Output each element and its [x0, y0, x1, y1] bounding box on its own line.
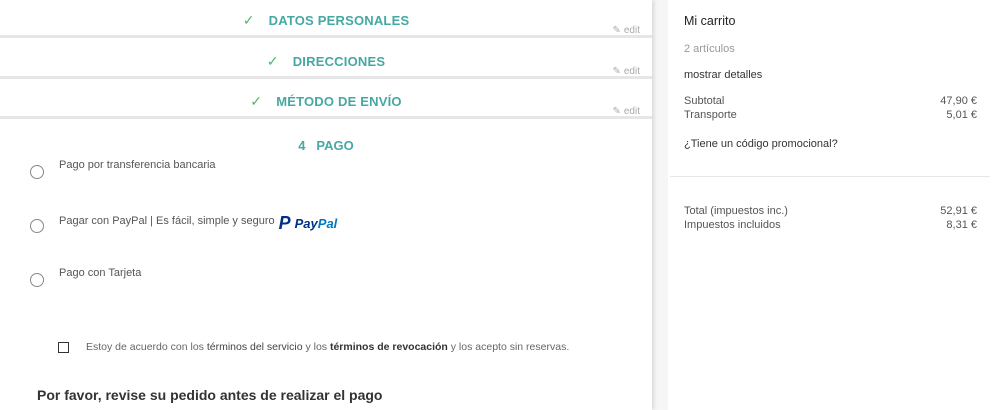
terms-text: Estoy de acuerdo con los — [86, 341, 204, 353]
subtotal-row: Subtotal 47,90 € — [684, 94, 977, 108]
option-label: Pago con Tarjeta — [59, 267, 142, 279]
checkout-steps: ✓ DATOS PERSONALES ✎ edit ✓ DIRECCIONES ✎ ed… — [0, 0, 652, 410]
divider — [670, 176, 990, 177]
terms-checkbox[interactable] — [58, 341, 69, 353]
tax-value: 8,31 € — [946, 219, 977, 231]
shipping-label: Transporte — [684, 109, 737, 121]
promo-code-link[interactable]: ¿Tiene un código promocional? — [684, 138, 838, 150]
cart-summary: Mi carrito 2 artículos mostrar detalles … — [668, 0, 1000, 410]
edit-label: edit — [623, 66, 640, 77]
tax-label: Impuestos incluidos — [684, 219, 781, 231]
subtotal-label: Subtotal — [684, 95, 725, 107]
step-number: 4 — [298, 138, 306, 153]
terms-text: y los — [305, 341, 328, 353]
paypal-logo-pal: Pal — [317, 216, 338, 231]
review-heading: Por favor, revise su pedido antes de rea… — [37, 387, 383, 403]
step-title: MÉTODO DE ENVÍO — [276, 94, 402, 109]
terms-agreement: Estoy de acuerdo con los términos del se… — [58, 341, 569, 353]
step-title: DATOS PERSONALES — [268, 13, 410, 28]
show-details-link[interactable]: mostrar detalles — [684, 69, 762, 81]
edit-button[interactable]: ✎ edit — [612, 106, 640, 117]
step-datos-personales[interactable]: ✓ DATOS PERSONALES ✎ edit — [0, 0, 652, 38]
paypal-logo-pay: Pay — [294, 216, 318, 231]
step-direcciones[interactable]: ✓ DIRECCIONES ✎ edit — [0, 41, 652, 79]
step-metodo-envio[interactable]: ✓ MÉTODO DE ENVÍO ✎ edit — [0, 81, 652, 119]
pencil-icon: ✎ — [612, 66, 621, 77]
terms-revocation-link[interactable]: términos de revocación — [330, 341, 448, 353]
option-label: Pagar con PayPal | Es fácil, simple y se… — [59, 215, 275, 227]
paypal-icon: P — [278, 213, 291, 233]
edit-button[interactable]: ✎ edit — [612, 66, 640, 77]
tax-row: Impuestos incluidos 8,31 € — [684, 218, 977, 232]
option-label: Pago por transferencia bancaria — [59, 159, 216, 171]
payment-option-paypal[interactable]: Pagar con PayPal | Es fácil, simple y se… — [30, 213, 337, 234]
pencil-icon: ✎ — [612, 106, 621, 117]
edit-label: edit — [623, 25, 640, 36]
radio-transfer[interactable] — [30, 165, 44, 179]
total-label: Total (impuestos inc.) — [684, 205, 788, 217]
cart-title: Mi carrito — [684, 14, 736, 28]
radio-paypal[interactable] — [30, 219, 44, 233]
terms-text: y los acepto sin reservas. — [450, 341, 570, 353]
payment-step-title: 4 PAGO — [0, 138, 652, 153]
cart-item-count: 2 artículos — [684, 43, 735, 55]
pencil-icon: ✎ — [612, 25, 621, 36]
step-title: DIRECCIONES — [292, 54, 386, 69]
payment-option-transfer[interactable]: Pago por transferencia bancaria — [30, 159, 216, 179]
subtotal-value: 47,90 € — [940, 95, 977, 107]
radio-card[interactable] — [30, 273, 44, 287]
check-icon: ✓ — [250, 93, 263, 109]
shipping-row: Transporte 5,01 € — [684, 108, 977, 122]
check-icon: ✓ — [266, 53, 279, 69]
paypal-logo: P Pay Pal — [279, 213, 338, 234]
total-value: 52,91 € — [940, 205, 977, 217]
terms-service-link[interactable]: términos del servicio — [207, 341, 303, 353]
shipping-value: 5,01 € — [946, 109, 977, 121]
payment-option-card[interactable]: Pago con Tarjeta — [30, 267, 141, 287]
check-icon: ✓ — [242, 12, 255, 28]
step-title: PAGO — [316, 138, 354, 153]
total-row: Total (impuestos inc.) 52,91 € — [684, 204, 977, 218]
edit-label: edit — [623, 106, 640, 117]
edit-button[interactable]: ✎ edit — [612, 25, 640, 36]
